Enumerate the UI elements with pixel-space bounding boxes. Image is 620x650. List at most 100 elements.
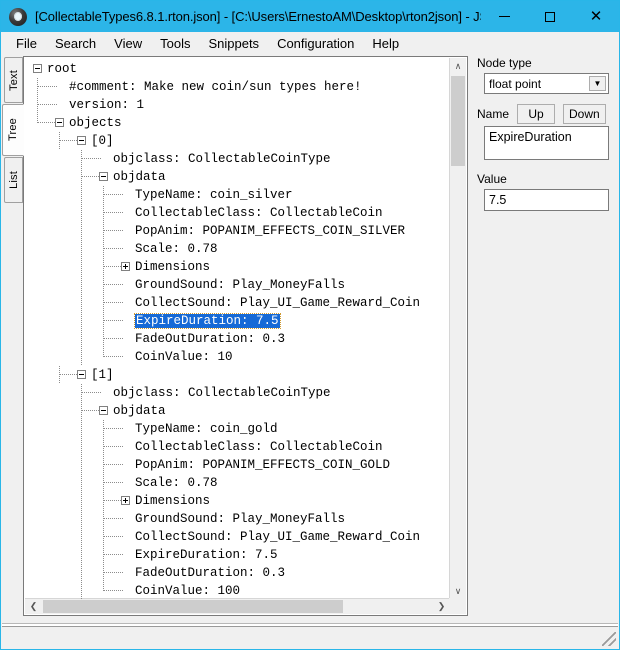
tree-guide-line [104, 482, 124, 483]
tree-row[interactable]: ExpireDuration: 7.5 [29, 312, 450, 330]
collapse-icon[interactable] [99, 406, 108, 415]
tree-row[interactable]: #comment: Make new coin/sun types here! [29, 78, 450, 96]
collapse-icon[interactable] [33, 64, 42, 73]
tree-guide-line [104, 518, 124, 519]
title-bar[interactable]: [CollectableTypes6.8.1.rton.json] - [C:\… [1, 1, 619, 32]
tree-row[interactable]: TypeName: coin_gold [29, 420, 450, 438]
tree-guide-line [103, 204, 104, 222]
side-tab-list-label: List [7, 171, 20, 189]
scroll-right-icon[interactable]: ❯ [433, 599, 450, 614]
expand-icon[interactable] [121, 496, 130, 505]
menu-item-snippets[interactable]: Snippets [199, 34, 268, 53]
tree-row-label: FadeOutDuration: 0.3 [135, 332, 286, 346]
horizontal-scroll-thumb[interactable] [43, 600, 343, 613]
tree-row[interactable]: Scale: 0.78 [29, 240, 450, 258]
tree-row-label: GroundSound: Play_MoneyFalls [135, 512, 346, 526]
collapse-icon[interactable] [55, 118, 64, 127]
tree-guide-line [81, 546, 82, 564]
tree-guide-line [104, 338, 124, 339]
menu-item-file[interactable]: File [7, 34, 46, 53]
tree-row[interactable]: GroundSound: Play_MoneyFalls [29, 276, 450, 294]
tree-row[interactable]: root [29, 60, 450, 78]
side-tab-text-label: Text [7, 69, 20, 91]
tree-guide-line [81, 456, 82, 474]
collapse-icon[interactable] [77, 136, 86, 145]
tree-row[interactable]: CollectableClass: CollectableCoin [29, 438, 450, 456]
tree-row-label: PopAnim: POPANIM_EFFECTS_COIN_SILVER [135, 224, 406, 238]
tree-row[interactable]: ExpireDuration: 7.5 [29, 546, 450, 564]
name-input[interactable]: ExpireDuration [484, 126, 609, 160]
tree-guide-line [103, 276, 104, 294]
tree-row[interactable]: objdata [29, 168, 450, 186]
expand-icon[interactable] [121, 262, 130, 271]
tree-row-label: CollectableClass: CollectableCoin [135, 440, 383, 454]
vertical-scroll-thumb[interactable] [451, 76, 465, 166]
tree-guide-line [103, 312, 104, 330]
tree-row[interactable]: CoinValue: 10 [29, 348, 450, 366]
side-tab-list[interactable]: List [4, 157, 23, 203]
tree-row[interactable]: FadeOutDuration: 0.3 [29, 564, 450, 582]
tree-row-label: objclass: CollectableCoinType [113, 386, 331, 400]
tree-guide-line [104, 428, 124, 429]
tree-row-label: TypeName: coin_silver [135, 188, 293, 202]
tree-row-label: CoinValue: 100 [135, 584, 241, 598]
tree-horizontal-scrollbar[interactable]: ❮ ❯ [25, 598, 450, 614]
tree-guide-line [82, 392, 102, 393]
tree-row[interactable]: objclass: CollectableCoinType [29, 384, 450, 402]
chevron-down-icon[interactable]: ▼ [589, 76, 606, 91]
node-type-value: float point [489, 76, 542, 91]
resize-grip-icon[interactable] [602, 632, 616, 646]
side-tab-text[interactable]: Text [4, 57, 23, 103]
tree-guide-line [103, 420, 104, 438]
tree-row[interactable]: Dimensions [29, 492, 450, 510]
tree-row[interactable]: version: 1 [29, 96, 450, 114]
collapse-icon[interactable] [77, 370, 86, 379]
maximize-button[interactable] [527, 1, 573, 32]
tree-guide-line [103, 222, 104, 240]
tree-guide-line [81, 222, 82, 240]
tree-row-label: CollectSound: Play_UI_Game_Reward_Coin [135, 296, 421, 310]
tree-row-label: objdata [113, 404, 166, 418]
tree-guide-line [81, 258, 82, 276]
menu-item-tools[interactable]: Tools [151, 34, 199, 53]
tree-row[interactable]: PopAnim: POPANIM_EFFECTS_COIN_GOLD [29, 456, 450, 474]
menu-item-configuration[interactable]: Configuration [268, 34, 363, 53]
tree-row[interactable]: objects [29, 114, 450, 132]
tree-row[interactable]: Dimensions [29, 258, 450, 276]
collapse-icon[interactable] [99, 172, 108, 181]
tree-guide-line [81, 420, 82, 438]
tree-row[interactable]: GroundSound: Play_MoneyFalls [29, 510, 450, 528]
tree-row-label: CollectableClass: CollectableCoin [135, 206, 383, 220]
tree-row[interactable]: TypeName: coin_silver [29, 186, 450, 204]
move-up-button[interactable]: Up [517, 104, 556, 124]
tree-row[interactable]: CollectSound: Play_UI_Game_Reward_Coin [29, 294, 450, 312]
tree-vertical-scrollbar[interactable]: ∧ ∨ [449, 58, 466, 600]
menu-item-help[interactable]: Help [363, 34, 408, 53]
tree-row[interactable]: PopAnim: POPANIM_EFFECTS_COIN_SILVER [29, 222, 450, 240]
app-ring-icon [9, 7, 27, 26]
tree-row[interactable]: [1] [29, 366, 450, 384]
tree-row[interactable]: CollectSound: Play_UI_Game_Reward_Coin [29, 528, 450, 546]
tree-row[interactable]: FadeOutDuration: 0.3 [29, 330, 450, 348]
tree-row[interactable]: objdata [29, 402, 450, 420]
tree-row[interactable]: objclass: CollectableCoinType [29, 150, 450, 168]
node-type-select[interactable]: float point ▼ [484, 73, 609, 94]
tree-viewport[interactable]: root #comment: Make new coin/sun types he… [25, 58, 450, 600]
value-input[interactable]: 7.5 [484, 189, 609, 211]
tree-row[interactable]: CollectableClass: CollectableCoin [29, 204, 450, 222]
tree-row[interactable]: [0] [29, 132, 450, 150]
tree-guide-line [104, 302, 124, 303]
scroll-up-icon[interactable]: ∧ [450, 58, 466, 75]
tree-row-label: FadeOutDuration: 0.3 [135, 566, 286, 580]
tree-guide-line [37, 78, 38, 96]
scroll-left-icon[interactable]: ❮ [25, 599, 42, 614]
minimize-button[interactable] [481, 1, 527, 32]
tree-guide-line [103, 474, 104, 492]
move-down-button[interactable]: Down [563, 104, 606, 124]
menu-item-view[interactable]: View [105, 34, 151, 53]
close-button[interactable]: ✕ [573, 1, 619, 32]
menu-item-search[interactable]: Search [46, 34, 105, 53]
side-tab-tree[interactable]: Tree [2, 104, 24, 156]
tree-row[interactable]: Scale: 0.78 [29, 474, 450, 492]
tree-guide-line [103, 438, 104, 456]
